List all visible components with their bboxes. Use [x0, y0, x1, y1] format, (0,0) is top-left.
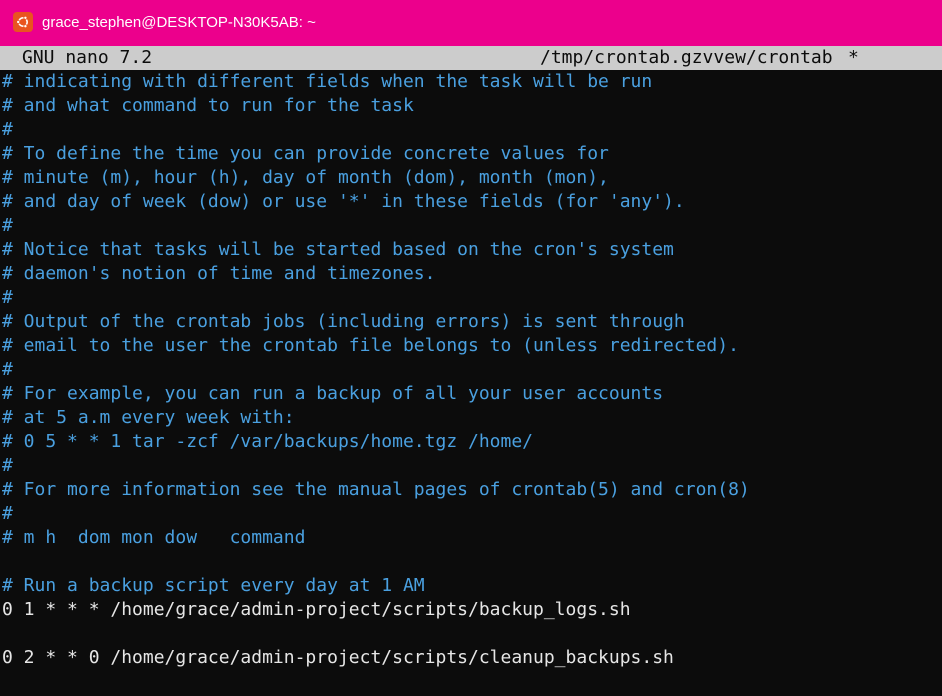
comment-line[interactable]: # For more information see the manual pa…	[2, 478, 750, 502]
comment-line[interactable]: # and what command to run for the task	[2, 94, 414, 118]
comment-line[interactable]: # Run a backup script every day at 1 AM	[2, 574, 425, 598]
ubuntu-icon[interactable]	[13, 12, 33, 32]
comment-line[interactable]: # indicating with different fields when …	[2, 70, 652, 94]
window-titlebar[interactable]: grace_stephen@DESKTOP-N30K5AB: ~	[0, 0, 942, 46]
nano-version: GNU nano 7.2	[22, 47, 153, 68]
comment-line[interactable]: #	[2, 118, 13, 142]
comment-line[interactable]: # 0 5 * * 1 tar -zcf /var/backups/home.t…	[2, 430, 533, 454]
comment-line[interactable]: # Output of the crontab jobs (including …	[2, 310, 685, 334]
comment-line[interactable]: # and day of week (dow) or use '*' in th…	[2, 190, 685, 214]
terminal-window: grace_stephen@DESKTOP-N30K5AB: ~ GNU nan…	[0, 0, 942, 696]
comment-line[interactable]: # m h dom mon dow command	[2, 526, 305, 550]
comment-line[interactable]: # at 5 a.m every week with:	[2, 406, 295, 430]
comment-line[interactable]: #	[2, 358, 13, 382]
window-title: grace_stephen@DESKTOP-N30K5AB: ~	[42, 14, 316, 31]
nano-header-bar: GNU nano 7.2 /tmp/crontab.gzvvew/crontab…	[0, 46, 942, 70]
crontab-entry-line[interactable]: 0 1 * * * /home/grace/admin-project/scri…	[2, 598, 631, 622]
modified-indicator: *	[848, 47, 859, 68]
comment-line[interactable]: #	[2, 454, 13, 478]
comment-line[interactable]: # Notice that tasks will be started base…	[2, 238, 674, 262]
comment-line[interactable]: #	[2, 502, 13, 526]
comment-line[interactable]: # minute (m), hour (h), day of month (do…	[2, 166, 609, 190]
editor-text-area[interactable]: # indicating with different fields when …	[0, 70, 942, 696]
comment-line[interactable]: # daemon's notion of time and timezones.	[2, 262, 435, 286]
comment-line[interactable]: # For example, you can run a backup of a…	[2, 382, 663, 406]
comment-line[interactable]: # To define the time you can provide con…	[2, 142, 609, 166]
crontab-entry-line[interactable]: 0 2 * * 0 /home/grace/admin-project/scri…	[2, 646, 674, 670]
comment-line[interactable]: #	[2, 214, 13, 238]
comment-line[interactable]: #	[2, 286, 13, 310]
comment-line[interactable]: # email to the user the crontab file bel…	[2, 334, 739, 358]
file-path: /tmp/crontab.gzvvew/crontab	[540, 47, 833, 68]
